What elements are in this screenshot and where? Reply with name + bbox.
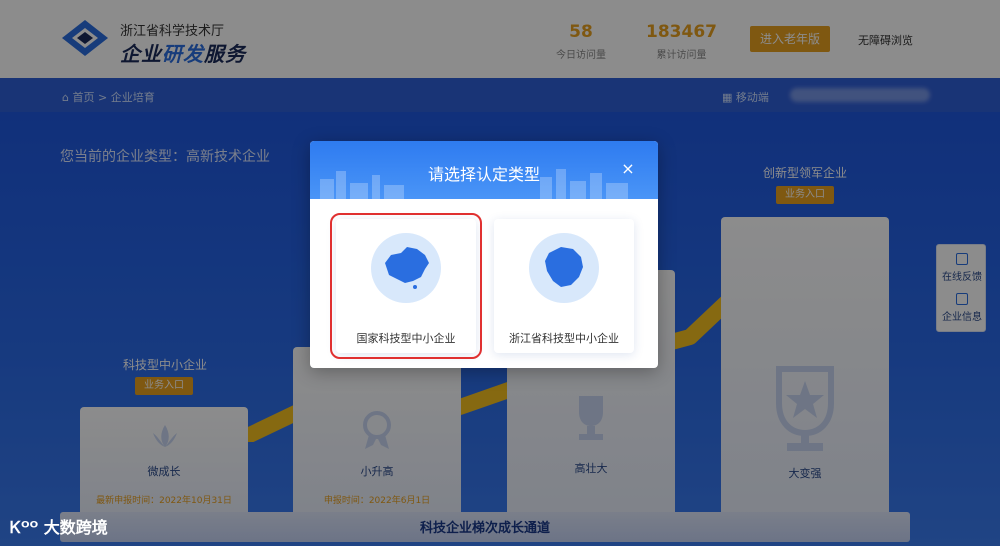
option-zhejiang-sme[interactable]: 浙江省科技型中小企业	[494, 219, 634, 353]
zhejiang-map-icon-wrap	[529, 233, 599, 303]
modal-header: 请选择认定类型 ×	[310, 141, 658, 199]
china-map-icon-wrap	[371, 233, 441, 303]
watermark-text: 大数跨境	[43, 518, 108, 537]
close-icon[interactable]: ×	[620, 161, 636, 177]
certification-type-modal: 请选择认定类型 × 国家科技型中小企业 浙江省科技型中小企业	[310, 141, 658, 368]
china-map-icon	[385, 247, 429, 289]
watermark-logo-icon: Ꮶᴼᴼ	[10, 518, 39, 537]
modal-title: 请选择认定类型	[427, 165, 540, 184]
option-zhejiang-sme-label: 浙江省科技型中小企业	[509, 332, 619, 345]
option-national-sme[interactable]: 国家科技型中小企业	[330, 213, 482, 359]
watermark: Ꮶᴼᴼ 大数跨境	[10, 514, 108, 538]
zhejiang-map-icon	[545, 247, 583, 287]
option-national-sme-label: 国家科技型中小企业	[356, 332, 456, 345]
